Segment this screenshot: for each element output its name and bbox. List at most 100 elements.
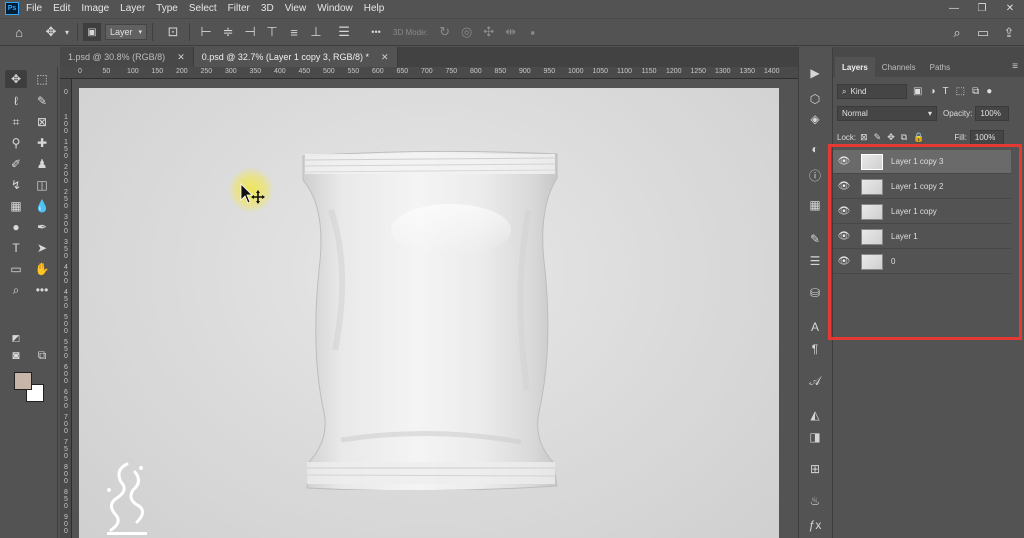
lasso-tool-icon[interactable]: ℓ (5, 92, 27, 110)
layer-row[interactable]: 👁 0 (833, 250, 1011, 274)
screen-mode-icon[interactable]: ⧉ (31, 346, 53, 364)
3d-panel-icon[interactable]: ⬡ (807, 91, 823, 107)
align-middle-v-icon[interactable]: ≡ (283, 21, 305, 43)
lock-position-icon[interactable]: ✥ (887, 132, 895, 143)
default-colors-icon[interactable]: ◩ (5, 329, 27, 347)
visibility-eye-icon[interactable]: 👁 (833, 181, 855, 192)
menu-layer[interactable]: Layer (120, 3, 145, 14)
close-icon[interactable]: ✕ (177, 52, 185, 63)
align-left-icon[interactable]: ⊢ (195, 21, 217, 43)
home-icon[interactable]: ⌂ (8, 21, 30, 43)
type-filter-icon[interactable]: T (943, 86, 949, 97)
lock-transparent-icon[interactable]: ⊠ (860, 132, 868, 143)
auto-select-checkbox[interactable]: ▣ (83, 23, 101, 41)
menu-filter[interactable]: Filter (228, 3, 250, 14)
layer-row[interactable]: 👁 Layer 1 copy (833, 200, 1011, 224)
grid-icon[interactable]: ⊞ (807, 461, 823, 477)
menu-view[interactable]: View (285, 3, 307, 14)
close-window-button[interactable]: ✕ (996, 0, 1024, 17)
align-bottom-icon[interactable]: ⊥ (305, 21, 327, 43)
3d-roll-icon[interactable]: ◎ (456, 21, 478, 43)
more-options-button[interactable]: ••• (365, 21, 387, 43)
healing-brush-tool-icon[interactable]: ✚ (31, 134, 53, 152)
lock-all-icon[interactable]: 🔒 (913, 132, 924, 143)
lock-image-icon[interactable]: ✎ (874, 132, 882, 143)
tab-channels[interactable]: Channels (875, 57, 923, 77)
menu-window[interactable]: Window (317, 3, 353, 14)
layer-row[interactable]: 👁 Layer 1 (833, 225, 1011, 249)
move-tool-icon[interactable]: ✥ (40, 21, 62, 43)
info-icon[interactable]: ⓘ (807, 167, 823, 183)
align-top-icon[interactable]: ⊤ (261, 21, 283, 43)
transform-controls-icon[interactable]: ⊡ (162, 21, 184, 43)
dodge-tool-icon[interactable]: ● (5, 218, 27, 236)
gradient-panel-icon[interactable]: ◨ (807, 429, 823, 445)
search-icon[interactable]: ⌕ (946, 22, 968, 44)
marquee-tool-icon[interactable]: ⬚ (31, 70, 53, 88)
lightbulb-icon[interactable]: ♨ (807, 493, 823, 509)
align-right-icon[interactable]: ⊣ (239, 21, 261, 43)
panel-menu-icon[interactable]: ≡ (1012, 61, 1018, 72)
foreground-color-swatch[interactable] (14, 372, 32, 390)
share-icon[interactable]: ⇪ (998, 22, 1020, 44)
tab-paths[interactable]: Paths (923, 57, 957, 77)
history-brush-tool-icon[interactable]: ↯ (5, 176, 27, 194)
adjustments-icon[interactable]: ◐ (807, 141, 823, 157)
blend-mode-dropdown[interactable]: Normal ▾ (837, 106, 937, 121)
menu-image[interactable]: Image (81, 3, 109, 14)
brush-tool-icon[interactable]: ✐ (5, 155, 27, 173)
quick-select-tool-icon[interactable]: ✎ (31, 92, 53, 110)
canvas-area[interactable] (72, 79, 798, 538)
3d-scale-icon[interactable]: ▪ (522, 21, 544, 43)
cube-icon[interactable]: ◈ (807, 111, 823, 127)
character-icon[interactable]: A (807, 319, 823, 335)
menu-type[interactable]: Type (156, 3, 178, 14)
glyphs-icon[interactable]: 𝒜 (807, 373, 823, 389)
sliders-icon[interactable]: ☰ (807, 253, 823, 269)
minimize-button[interactable]: — (940, 0, 968, 17)
close-icon[interactable]: ✕ (381, 52, 389, 63)
shape-icon[interactable]: ◭ (807, 407, 823, 423)
visibility-eye-icon[interactable]: 👁 (833, 206, 855, 217)
distribute-icon[interactable]: ☰ (333, 21, 355, 43)
hand-tool-icon[interactable]: ✋ (31, 260, 53, 278)
menu-select[interactable]: Select (189, 3, 217, 14)
visibility-eye-icon[interactable]: 👁 (833, 156, 855, 167)
workspace-icon[interactable]: ▭ (972, 22, 994, 44)
menu-help[interactable]: Help (364, 3, 385, 14)
eyedropper-tool-icon[interactable]: ⚲ (5, 134, 27, 152)
tab-document-1[interactable]: 1.psd @ 30.8% (RGB/8) ✕ (60, 47, 194, 67)
visibility-eye-icon[interactable]: 👁 (833, 256, 855, 267)
brush-settings-icon[interactable]: ✎ (807, 231, 823, 247)
align-center-h-icon[interactable]: ≑ (217, 21, 239, 43)
quick-mask-icon[interactable]: ◙ (5, 346, 27, 364)
move-tool-icon[interactable]: ✥ (5, 70, 27, 88)
tab-document-0[interactable]: 0.psd @ 32.7% (Layer 1 copy 3, RGB/8) * … (193, 47, 398, 67)
path-select-tool-icon[interactable]: ➤ (31, 239, 53, 257)
type-tool-icon[interactable]: T (5, 239, 27, 257)
tab-layers[interactable]: Layers (835, 57, 875, 77)
gradient-tool-icon[interactable]: ▦ (5, 197, 27, 215)
frame-tool-icon[interactable]: ⊠ (31, 113, 53, 131)
opacity-field[interactable]: 100% (975, 106, 1010, 121)
pixel-filter-icon[interactable]: ▣ (913, 86, 922, 97)
crop-tool-icon[interactable]: ⌗ (5, 113, 27, 131)
eraser-tool-icon[interactable]: ◫ (31, 176, 53, 194)
restore-button[interactable]: ❐ (968, 0, 996, 17)
filter-toggle-icon[interactable]: ● (986, 86, 992, 97)
filter-kind-dropdown[interactable]: ⌕ Kind (837, 84, 907, 99)
pen-tool-icon[interactable]: ✒ (31, 218, 53, 236)
history-panel-icon[interactable]: ▶ (807, 65, 823, 81)
clone-source-icon[interactable]: ⛁ (807, 285, 823, 301)
more-tools-icon[interactable]: ••• (31, 281, 53, 299)
paragraph-icon[interactable]: ¶ (807, 341, 823, 357)
fx-icon[interactable]: ƒx (807, 517, 823, 533)
auto-select-dropdown[interactable]: Layer ▾ (105, 24, 148, 40)
adjustment-filter-icon[interactable]: ◑ (929, 86, 935, 97)
clone-stamp-tool-icon[interactable]: ♟ (31, 155, 53, 173)
menu-file[interactable]: File (26, 3, 42, 14)
smart-object-filter-icon[interactable]: ⧉ (972, 86, 979, 97)
lock-artboard-icon[interactable]: ⧉ (901, 132, 907, 143)
3d-pan-icon[interactable]: ✣ (478, 21, 500, 43)
fill-field[interactable]: 100% (969, 130, 1004, 145)
